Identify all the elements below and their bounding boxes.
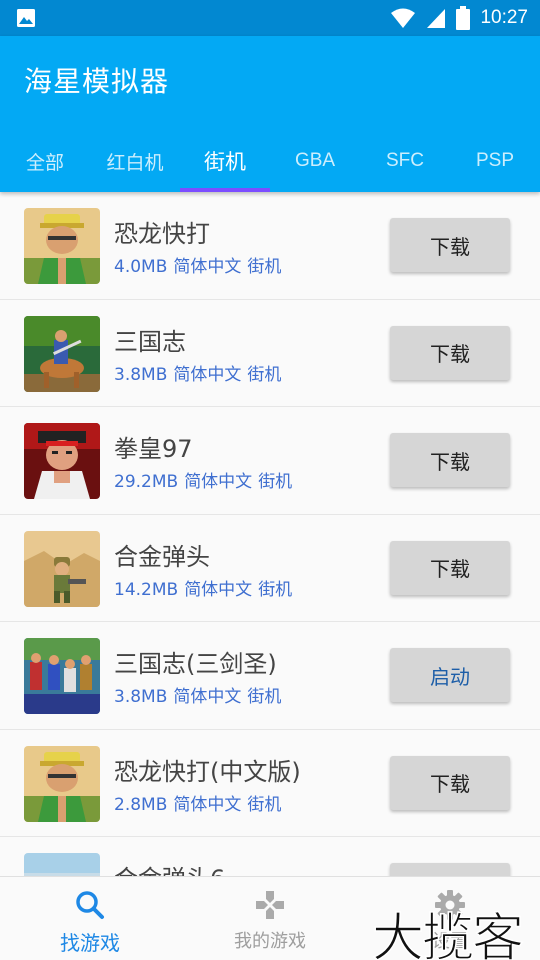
game-list[interactable]: 恐龙快打 4.0MB 简体中文 街机 下载 三国志 3.8MB 简体中文 街机 下载 (0, 192, 540, 876)
nav-label: 我的游戏 (234, 931, 306, 952)
app-title: 海星模拟器 (24, 65, 170, 98)
game-title: 三国志(三剑圣) (114, 650, 277, 678)
nav-label: 找游戏 (60, 931, 120, 955)
game-thumbnail (24, 423, 100, 499)
game-thumbnail (24, 745, 100, 822)
nav-my-games[interactable]: 我的游戏 (180, 877, 360, 960)
download-button[interactable]: 下载 (390, 325, 510, 380)
game-title: 恐龙快打 (114, 220, 210, 248)
wifi-icon (391, 8, 416, 28)
nav-find-games[interactable]: 找游戏 (0, 877, 180, 960)
download-button[interactable] (390, 863, 510, 876)
category-tabs: 全部 红白机 街机 GBA SFC PSP (0, 130, 540, 192)
game-thumbnail (24, 208, 100, 284)
game-platform: 街机 (247, 687, 282, 707)
game-size: 14.2MB (114, 579, 179, 600)
game-platform: 街机 (247, 257, 282, 277)
game-meta: 3.8MB 简体中文 街机 (114, 360, 287, 385)
game-thumbnail (24, 315, 100, 392)
download-button[interactable]: 下载 (390, 433, 510, 487)
status-bar: 10:27 (0, 0, 540, 36)
watermark-text: 大揽客 (371, 908, 525, 960)
game-platform: 街机 (258, 579, 293, 600)
app-bar: 海星模拟器 全部 红白机 街机 GBA SFC PSP (0, 36, 540, 192)
game-language: 简体中文 (173, 687, 242, 707)
search-icon (76, 891, 104, 919)
game-platform: 街机 (258, 472, 293, 492)
game-title: 合金弹头6 (114, 859, 225, 876)
game-platform: 街机 (247, 364, 282, 385)
game-language: 简体中文 (173, 364, 242, 385)
list-item[interactable]: 合金弹头 14.2MB 简体中文 街机 下载 (0, 514, 540, 622)
game-title: 合金弹头 (114, 542, 210, 571)
game-title: 拳皇97 (114, 435, 193, 463)
game-size: 29.2MB (114, 472, 179, 492)
game-meta: 2.8MB 简体中文 街机 (114, 790, 287, 815)
game-title: 三国志 (114, 327, 186, 356)
tab-arcade[interactable]: 街机 (180, 130, 270, 192)
tab-all[interactable]: 全部 (0, 130, 90, 192)
game-language: 简体中文 (173, 794, 242, 815)
list-item[interactable]: 合金弹头6 (0, 837, 540, 876)
download-button[interactable]: 下载 (390, 755, 510, 810)
game-language: 简体中文 (173, 257, 242, 277)
clock-time: 10:27 (480, 7, 528, 28)
list-item[interactable]: 恐龙快打 4.0MB 简体中文 街机 下载 (0, 192, 540, 300)
game-thumbnail (24, 530, 100, 607)
gamepad-icon (256, 891, 284, 919)
tab-sfc[interactable]: SFC (360, 130, 450, 192)
game-size: 3.8MB (114, 364, 168, 385)
battery-icon (456, 6, 471, 30)
launch-button[interactable]: 启动 (390, 648, 510, 702)
list-item[interactable]: 恐龙快打(中文版) 2.8MB 简体中文 街机 下载 (0, 729, 540, 837)
list-item[interactable]: 三国志 3.8MB 简体中文 街机 下载 (0, 299, 540, 407)
game-language: 简体中文 (184, 579, 253, 600)
download-button[interactable]: 下载 (390, 540, 510, 595)
tab-nes[interactable]: 红白机 (90, 130, 180, 192)
tab-gba[interactable]: GBA (270, 130, 360, 192)
game-meta: 4.0MB 简体中文 街机 (114, 252, 287, 277)
list-item[interactable]: 拳皇97 29.2MB 简体中文 街机 下载 (0, 407, 540, 515)
tab-psp[interactable]: PSP (450, 130, 540, 192)
game-size: 2.8MB (114, 794, 168, 815)
signal-icon (427, 9, 446, 28)
game-size: 4.0MB (114, 257, 168, 277)
game-size: 3.8MB (114, 687, 168, 707)
image-icon (17, 9, 35, 27)
game-meta: 14.2MB 简体中文 街机 (114, 575, 298, 600)
game-title: 恐龙快打(中文版) (114, 757, 301, 786)
download-button[interactable]: 下载 (390, 218, 510, 272)
game-platform: 街机 (247, 794, 282, 815)
list-item[interactable]: 三国志(三剑圣) 3.8MB 简体中文 街机 启动 (0, 622, 540, 730)
game-thumbnail (24, 638, 100, 714)
game-meta: 29.2MB 简体中文 街机 (114, 467, 298, 492)
active-tab-indicator (180, 188, 270, 192)
game-thumbnail (24, 853, 100, 876)
game-meta: 3.8MB 简体中文 街机 (114, 682, 287, 707)
game-language: 简体中文 (184, 472, 253, 492)
